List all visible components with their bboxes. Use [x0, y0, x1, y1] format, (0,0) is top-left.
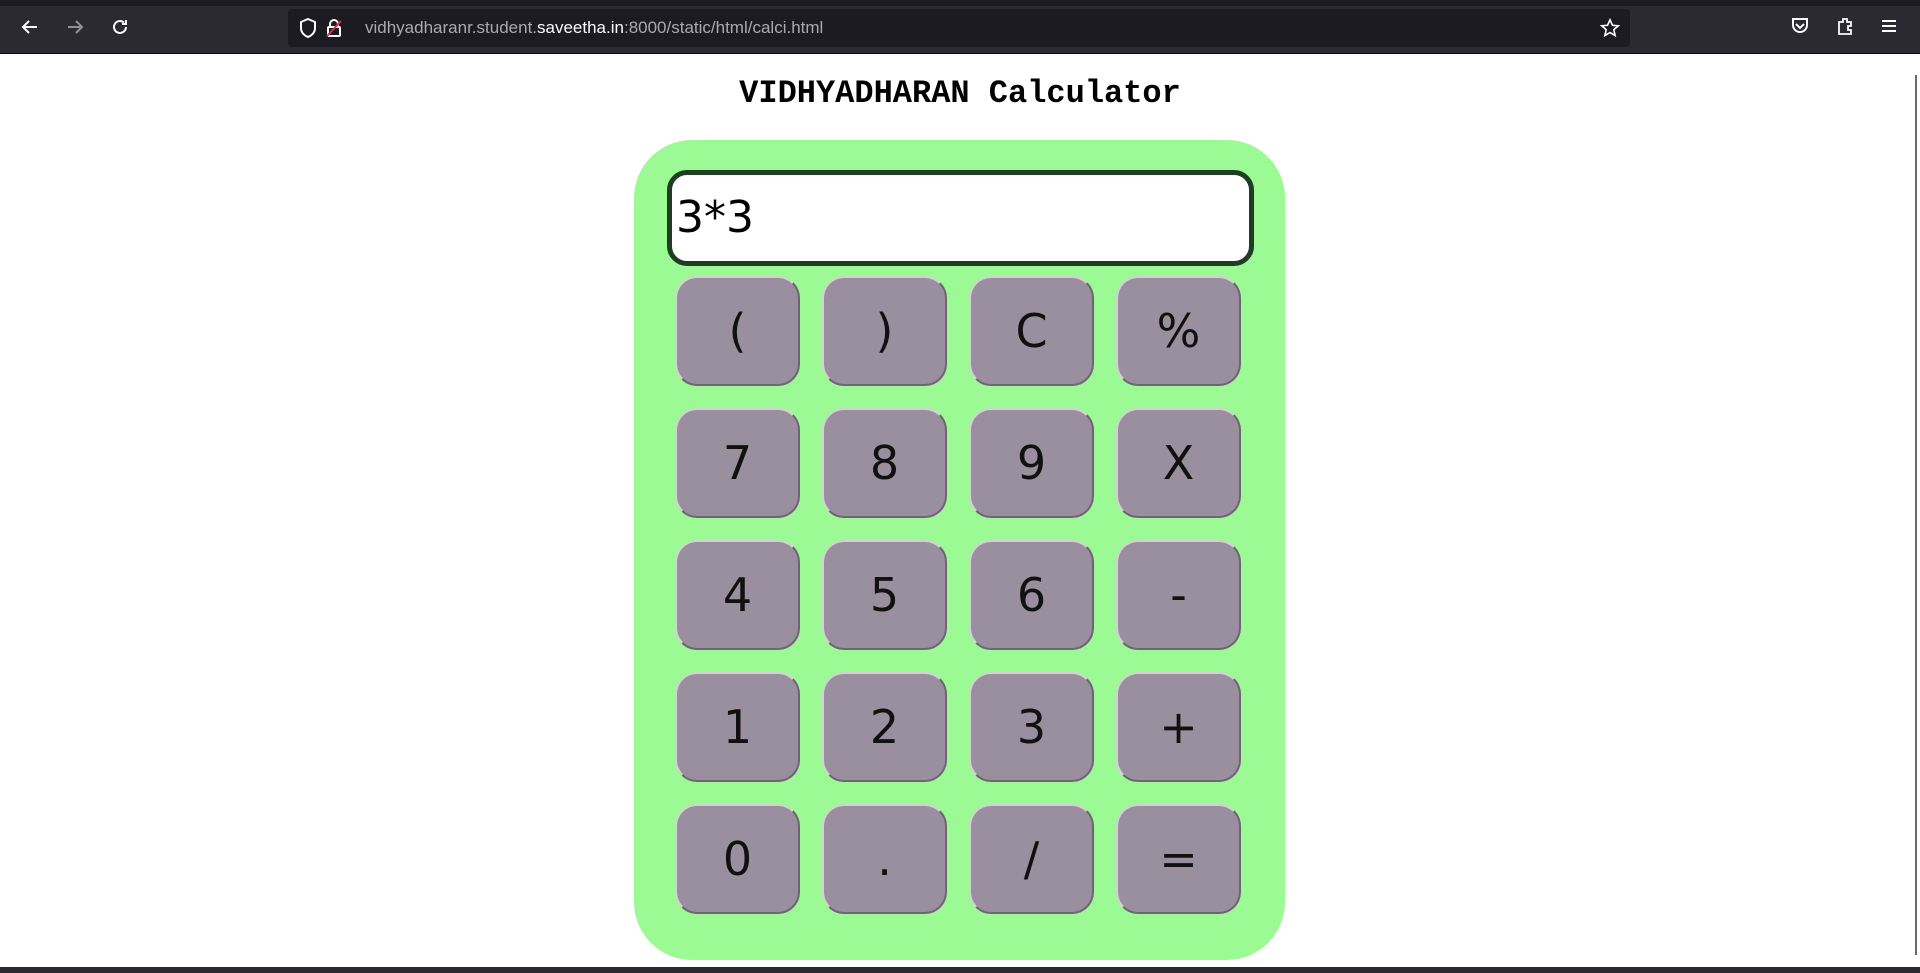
key-5-button[interactable]: 5	[822, 540, 947, 650]
scrollbar[interactable]	[1915, 75, 1917, 955]
tab-strip	[0, 0, 1920, 6]
key-divide-button[interactable]: /	[969, 804, 1094, 914]
key-equals-button[interactable]: =	[1116, 804, 1241, 914]
key-2-button[interactable]: 2	[822, 672, 947, 782]
back-button[interactable]	[15, 12, 45, 42]
lock-icon[interactable]	[324, 18, 344, 38]
reload-icon	[113, 19, 127, 34]
key-4-button[interactable]: 4	[675, 540, 800, 650]
bookmark-star-icon[interactable]	[1600, 17, 1620, 38]
key-3-button[interactable]: 3	[969, 672, 1094, 782]
bottom-edge	[0, 967, 1920, 973]
key-0-button[interactable]: 0	[675, 804, 800, 914]
key-minus-button[interactable]: -	[1116, 540, 1241, 650]
calculator-display[interactable]: 3*3	[667, 170, 1254, 266]
extensions-icon[interactable]	[1832, 13, 1858, 39]
page-title: VIDHYADHARAN Calculator	[739, 75, 1181, 112]
forward-button[interactable]	[60, 12, 90, 42]
key-percent-button[interactable]: %	[1116, 276, 1241, 386]
key-plus-button[interactable]: +	[1116, 672, 1241, 782]
pocket-icon[interactable]	[1787, 13, 1813, 39]
forward-icon	[68, 20, 84, 34]
key-9-button[interactable]: 9	[969, 408, 1094, 518]
key-6-button[interactable]: 6	[969, 540, 1094, 650]
key-8-button[interactable]: 8	[822, 408, 947, 518]
key-open-paren-button[interactable]: (	[675, 276, 800, 386]
key-clear-button[interactable]: C	[969, 276, 1094, 386]
back-icon	[21, 20, 37, 34]
reload-button[interactable]	[105, 12, 135, 42]
browser-toolbar: vidhyadharanr.student.saveetha.in:8000/s…	[0, 0, 1920, 54]
key-close-paren-button[interactable]: )	[822, 276, 947, 386]
shield-icon[interactable]	[298, 18, 318, 38]
key-1-button[interactable]: 1	[675, 672, 800, 782]
key-multiply-button[interactable]: X	[1116, 408, 1241, 518]
key-decimal-button[interactable]: .	[822, 804, 947, 914]
key-7-button[interactable]: 7	[675, 408, 800, 518]
menu-icon[interactable]	[1876, 13, 1902, 39]
calculator: 3*3 () C% 7 8 9 X 4 5 6- 1 2 3 +0. / =	[634, 140, 1285, 960]
url-text[interactable]: vidhyadharanr.student.saveetha.in:8000/s…	[365, 18, 823, 38]
address-bar[interactable]: vidhyadharanr.student.saveetha.in:8000/s…	[288, 9, 1630, 47]
